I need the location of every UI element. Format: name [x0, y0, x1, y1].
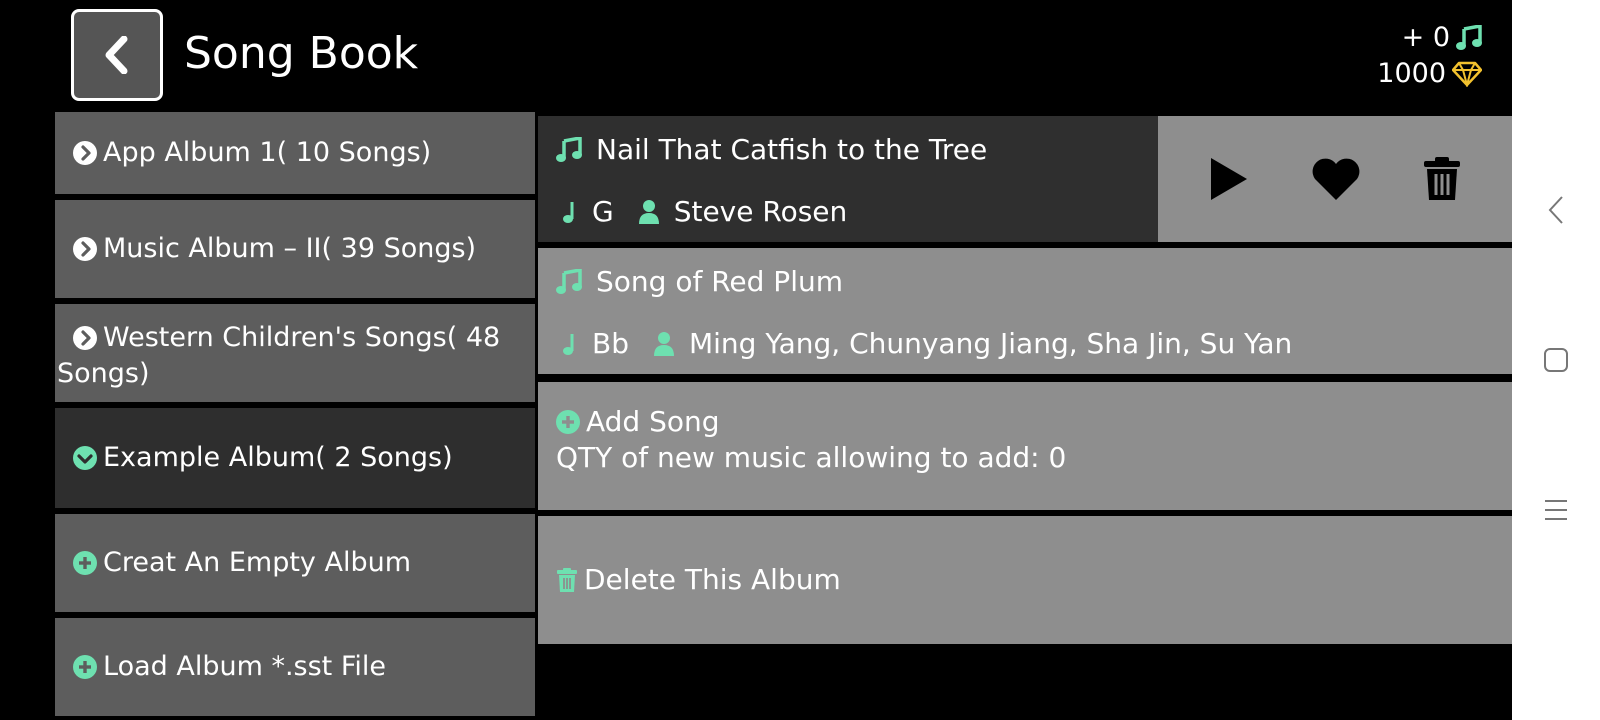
play-icon[interactable]: [1209, 156, 1249, 202]
delete-album-button[interactable]: Delete This Album: [538, 516, 1512, 644]
song-title: Nail That Catfish to the Tree: [596, 133, 988, 166]
add-song-row: Add Song: [556, 404, 1512, 440]
delete-album-row: Delete This Album: [556, 562, 841, 598]
song-meta: G Steve Rosen: [560, 194, 847, 230]
plus-circle-icon: [73, 551, 97, 575]
album-label: Creat An Empty Album: [103, 547, 412, 578]
song-actions: [1158, 116, 1512, 242]
album-label: Example Album( 2 Songs): [103, 442, 453, 473]
song-artist: Steve Rosen: [673, 195, 848, 228]
album-label: Load Album *.sst File: [103, 651, 387, 682]
system-recents-button[interactable]: [1512, 490, 1600, 530]
song-meta: Bb Ming Yang, Chunyang Jiang, Sha Jin, S…: [560, 326, 1292, 362]
chevron-circle-down-icon: [73, 446, 97, 470]
notes-stat: + 0: [1377, 20, 1482, 56]
music-note-icon: [1456, 25, 1482, 50]
music-note-icon: [556, 137, 582, 162]
song-item-song-of-red-plum[interactable]: Song of Red Plum Bb Ming Yang, Chunyang …: [538, 248, 1512, 374]
add-song-quota: QTY of new music allowing to add: 0: [556, 441, 1067, 474]
back-button[interactable]: [71, 9, 163, 101]
album-item-western-childrens-songs[interactable]: Western Children's Songs( 48 Songs): [55, 304, 535, 402]
song-title: Song of Red Plum: [596, 265, 843, 298]
song-key: G: [592, 195, 614, 228]
plus-circle-icon: [73, 655, 97, 679]
chevron-left-icon: [1548, 196, 1563, 224]
chevron-circle-right-icon: [73, 237, 97, 261]
chevron-left-icon: [105, 36, 128, 74]
person-icon: [653, 332, 674, 356]
delete-album-label: Delete This Album: [584, 563, 841, 596]
song-title-row: Nail That Catfish to the Tree: [556, 132, 987, 168]
eighth-note-icon: [563, 202, 574, 223]
album-item-example-album[interactable]: Example Album( 2 Songs): [55, 408, 535, 508]
menu-lines-icon: [1545, 500, 1567, 520]
song-title-row: Song of Red Plum: [556, 264, 843, 300]
gems-stat: 1000: [1377, 56, 1482, 92]
add-song-label: Add Song: [586, 405, 720, 438]
add-song-button[interactable]: Add Song QTY of new music allowing to ad…: [538, 382, 1512, 510]
page-title: Song Book: [184, 28, 419, 79]
album-label: App Album 1( 10 Songs): [103, 137, 432, 168]
load-album-file-button[interactable]: Load Album *.sst File: [55, 618, 535, 716]
plus-circle-icon: [556, 410, 580, 434]
chevron-circle-right-icon: [73, 326, 97, 350]
currency-stats: + 0 1000: [1377, 20, 1482, 92]
album-label: Music Album – II( 39 Songs): [103, 233, 477, 264]
heart-icon[interactable]: [1310, 156, 1362, 202]
album-item-music-album-2[interactable]: Music Album – II( 39 Songs): [55, 200, 535, 298]
notes-count: + 0: [1401, 22, 1450, 53]
music-note-icon: [556, 269, 582, 294]
eighth-note-icon: [563, 334, 574, 355]
chevron-circle-right-icon: [73, 141, 97, 165]
album-label: Western Children's Songs( 48 Songs): [57, 322, 501, 389]
album-item-app-album-1[interactable]: App Album 1( 10 Songs): [55, 112, 535, 194]
song-item-nail-that-catfish[interactable]: Nail That Catfish to the Tree G Steve Ro…: [538, 116, 1512, 242]
system-navigation-bar: [1512, 0, 1600, 720]
person-icon: [638, 200, 659, 224]
song-book-screen: Song Book + 0 1000 App Album 1(10 Songs…: [0, 0, 1512, 720]
song-key: Bb: [592, 327, 629, 360]
trash-icon[interactable]: [1423, 156, 1461, 202]
gems-count: 1000: [1377, 58, 1446, 89]
diamond-icon: [1452, 61, 1482, 87]
square-icon: [1544, 348, 1568, 372]
song-artist: Ming Yang, Chunyang Jiang, Sha Jin, Su Y…: [688, 327, 1293, 360]
system-home-button[interactable]: [1512, 340, 1600, 380]
system-back-button[interactable]: [1512, 190, 1600, 230]
trash-icon: [557, 568, 577, 592]
create-empty-album-button[interactable]: Creat An Empty Album: [55, 514, 535, 612]
